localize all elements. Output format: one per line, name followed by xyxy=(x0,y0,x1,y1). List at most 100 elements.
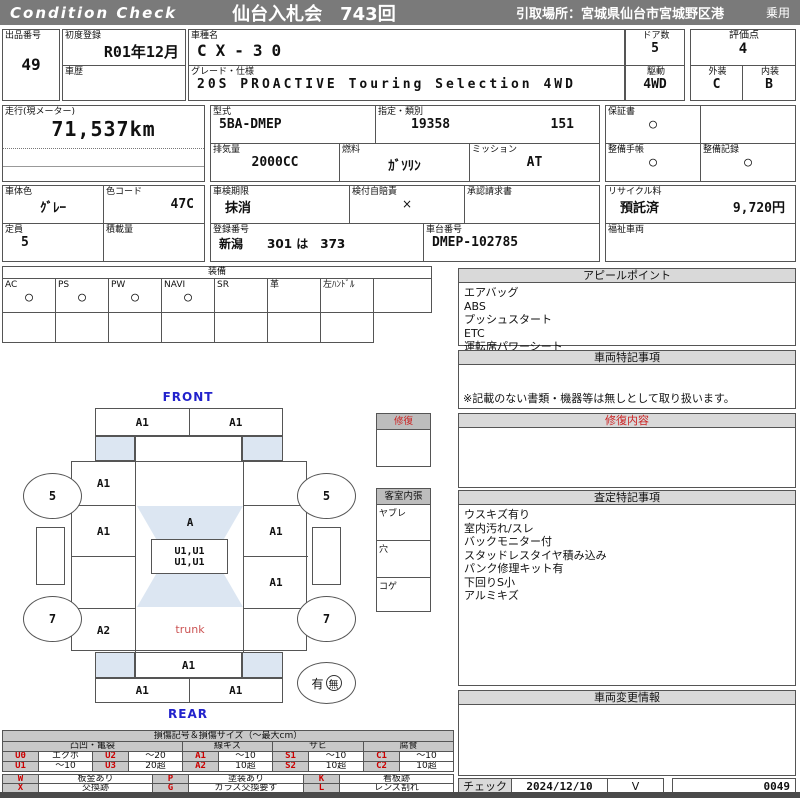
equipment-mark: ○ xyxy=(131,290,139,305)
interior-grade-label: 内装 xyxy=(760,67,779,77)
class-value-2: 151 xyxy=(550,117,574,132)
color-code-cell: 色コード 47C xyxy=(103,185,205,224)
panel-door-front-left: A1 xyxy=(72,506,136,557)
warranty-cell: 保証書 ○ xyxy=(605,105,701,144)
lot-number-label: 出品番号 xyxy=(5,31,42,41)
transmission-cell: ミッション AT xyxy=(469,143,600,182)
maintenance-record-value: ○ xyxy=(744,155,752,170)
maintenance-book-cell: 整備手帳 ○ xyxy=(605,143,701,182)
doors-value: 5 xyxy=(651,41,659,56)
maintenance-book-value: ○ xyxy=(649,155,657,170)
load-capacity-cell: 積載量 xyxy=(103,223,205,262)
load-capacity-label: 積載量 xyxy=(106,225,134,235)
interior-trim-title: 客室内張 xyxy=(377,489,430,505)
welfare-vehicle-cell: 福祉車両 xyxy=(605,223,796,262)
repair-content-body xyxy=(459,428,795,434)
maintenance-book-label: 整備手帳 xyxy=(608,145,645,155)
equipment-cell-ps: PS ○ xyxy=(55,278,109,313)
assessment-notes-panel: 査定特記事項 ウスキズ有り 室内汚れ/スレ バックモニター付 スタッドレスタイヤ… xyxy=(458,490,796,686)
recycle-amount: 9,720円 xyxy=(732,201,785,216)
class-cell: 指定・類別 19358 151 xyxy=(375,105,600,144)
panel-roof: U1,U1 U1,U1 xyxy=(151,539,228,574)
equipment-mark: ○ xyxy=(78,290,86,305)
legend-value: ～10 xyxy=(38,761,93,772)
presence-ellipse: 有 無 xyxy=(297,662,356,704)
doors-cell: ドア数 5 xyxy=(625,29,685,66)
equipment-cell-lhd: 左ﾊﾝﾄﾞﾙ xyxy=(320,278,374,313)
grade-value: 20S PROACTIVE Touring Selection 4WD xyxy=(197,77,576,92)
maintenance-record-label: 整備記録 xyxy=(703,145,740,155)
change-info-panel: 車両変更情報 xyxy=(458,690,796,776)
equipment-cell-navi: NAVI ○ xyxy=(161,278,215,313)
recycle-status: 預託済 xyxy=(620,201,660,216)
legend-value: 10超 xyxy=(308,761,364,772)
model-value: CX-30 xyxy=(197,41,291,60)
mileage-cell: 走行(現メーター) 71,537km xyxy=(2,105,205,182)
assessment-item: 下回りS小 xyxy=(464,575,515,589)
divider-solid xyxy=(3,166,204,167)
wheel-rear-left: 7 xyxy=(23,596,82,642)
equipment-cell-pw: PW ○ xyxy=(108,278,162,313)
transmission-value: AT xyxy=(526,155,543,170)
mark-front-bumper-left: A1 xyxy=(96,409,190,435)
insurance-value: × xyxy=(401,197,413,211)
vehicle-notes-note: ※記載のない書類・機器等は無しとして取り扱います。 xyxy=(463,392,735,405)
inspection-cell: 車検期限 抹消 xyxy=(210,185,350,224)
displacement-cell: 排気量 2000CC xyxy=(210,143,340,182)
appeal-item: ABS xyxy=(464,299,486,313)
chassis-number-value: DMEP-102785 xyxy=(432,235,519,250)
equipment-mark: ○ xyxy=(25,290,33,305)
class-value-1: 19358 xyxy=(411,117,451,132)
vehicle-class: 乗用 xyxy=(765,6,790,20)
model-label: 車種名 xyxy=(191,31,219,41)
chassis-number-label: 車台番号 xyxy=(426,225,463,235)
mark-roof-line2: U1,U1 xyxy=(174,556,205,568)
body-color-value: ｸﾞﾚｰ xyxy=(40,201,66,216)
appeal-item: エアバッグ xyxy=(464,286,519,299)
inspection-label: 車検期限 xyxy=(213,187,250,197)
auction-title: 仙台入札会 743回 xyxy=(232,3,396,25)
repair-content-panel: 修復内容 xyxy=(458,413,796,488)
equipment-label: SR xyxy=(217,280,229,290)
panel-side-sill-left xyxy=(36,527,65,585)
insurance-cell: 検付自賠責 × xyxy=(349,185,465,224)
equipment-empty-cell xyxy=(321,313,373,342)
interior-grade-cell: 内装 B xyxy=(742,65,796,101)
change-info-title: 車両変更情報 xyxy=(459,691,795,705)
panel-door-rear-right: A1 xyxy=(243,557,308,609)
recycle-fee-label: リサイクル料 xyxy=(608,187,662,197)
lot-number-cell: 出品番号 49 xyxy=(2,29,60,101)
interior-trim-row-hole: 穴 xyxy=(377,540,430,577)
panel-rear-corner-right xyxy=(242,652,283,678)
panel-door-front-right: A1 xyxy=(243,506,308,557)
bottom-bar xyxy=(0,792,800,798)
displacement-label: 排気量 xyxy=(213,145,241,155)
panel-rear-bumper: A1 A1 xyxy=(95,678,283,703)
mark-rear-bumper-left: A1 xyxy=(96,679,190,702)
legend-code: A2 xyxy=(182,761,219,772)
panel-front-corner-right xyxy=(242,436,283,461)
legend-value: 10超 xyxy=(399,761,454,772)
type-code-label: 型式 xyxy=(213,107,232,117)
first-registration-cell: 初度登録 R01年12月 xyxy=(62,29,186,66)
appeal-item: プッシュスタート xyxy=(464,313,552,326)
capacity-label: 定員 xyxy=(5,225,24,235)
approval-request-label: 承認請求書 xyxy=(467,187,513,197)
mark-roof-line1: U1,U1 xyxy=(174,545,205,557)
doors-label: ドア数 xyxy=(642,31,670,41)
wheel-rear-right: 7 xyxy=(297,596,356,642)
legend-value: 20超 xyxy=(128,761,183,772)
appeal-points-body: エアバッグ ABS プッシュスタート ETC 運転席パワーシート xyxy=(459,283,795,357)
repair-mini-box: 修復 xyxy=(376,413,431,467)
equipment-empty-row xyxy=(2,312,374,343)
mileage-label: 走行(現メーター) xyxy=(5,107,76,117)
vehicle-notes-title: 車両特記事項 xyxy=(459,351,795,365)
registration-number-label: 登録番号 xyxy=(213,225,250,235)
type-code-value: 5BA-DMEP xyxy=(219,117,282,132)
panel-windshield: A xyxy=(137,506,243,539)
chassis-number-cell: 車台番号 DMEP-102785 xyxy=(423,223,600,262)
body-color-cell: 車体色 ｸﾞﾚｰ xyxy=(2,185,104,224)
equipment-mark: ○ xyxy=(184,290,192,305)
pickup-location: 引取場所：宮城県仙台市宮城野区港 xyxy=(515,7,724,22)
drive-cell: 駆動 4WD xyxy=(625,65,685,101)
